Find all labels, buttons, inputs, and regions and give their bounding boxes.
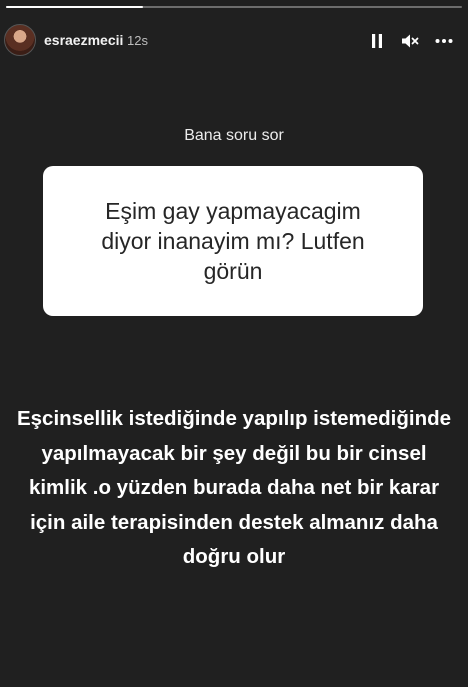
- more-horizontal-icon: [435, 39, 453, 43]
- story-timestamp: 12s: [127, 33, 148, 48]
- question-text: Eşim gay yapmayacagim diyor inanayim mı?…: [101, 198, 365, 284]
- mute-button[interactable]: [399, 30, 421, 52]
- question-sticker-label: Bana soru sor: [184, 127, 284, 144]
- pause-icon: [372, 34, 382, 48]
- speaker-muted-icon: [402, 34, 419, 48]
- story-progress-bar: [6, 6, 462, 8]
- username[interactable]: esraezmecii: [44, 32, 123, 48]
- pause-button[interactable]: [366, 30, 388, 52]
- story-progress-fill: [6, 6, 143, 8]
- profile-avatar[interactable]: [4, 24, 36, 56]
- more-options-button[interactable]: [433, 30, 455, 52]
- story-header: esraezmecii 12s: [0, 22, 468, 62]
- question-sticker-card[interactable]: Eşim gay yapmayacagim diyor inanayim mı?…: [43, 166, 423, 316]
- answer-text: Eşcinsellik istediğinde yapılıp istemedi…: [16, 407, 452, 568]
- story-viewer[interactable]: esraezmecii 12s Bana soru sor Eşim gay y…: [0, 0, 468, 687]
